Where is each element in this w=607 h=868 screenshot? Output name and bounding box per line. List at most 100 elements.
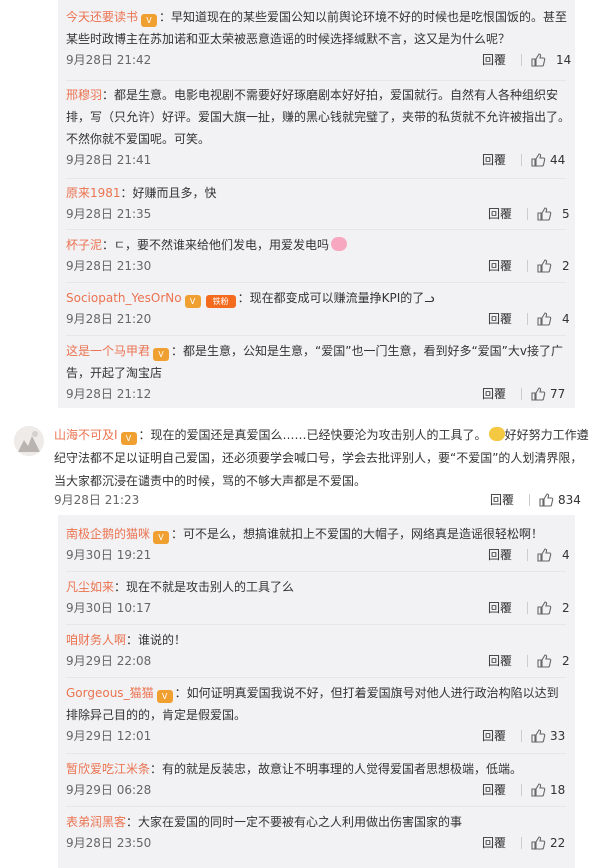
thumbs-up-icon[interactable] — [536, 206, 552, 222]
reply-item: Sociopath_YesOrNo V 铁粉 ：现在都变成可以赚流量挣KPI的了ᓗ 9… — [66, 287, 574, 329]
reply-button[interactable]: 回覆 — [482, 780, 506, 800]
reply-username[interactable]: 今天还要读书 — [66, 10, 138, 24]
reply-button[interactable]: 回覆 — [488, 309, 512, 329]
thumbs-up-icon[interactable] — [536, 653, 552, 669]
reply-username[interactable]: 南极企鹅的猫咪 — [66, 527, 150, 541]
thumbs-up-icon[interactable] — [536, 600, 552, 616]
reply-item: 凡尘如来：现在不就是攻击别人的工具了么 9月30日 10:17 回覆 2 — [66, 576, 574, 618]
reply-item: 今天还要读书 V ：早知道现在的某些爱国公知以前舆论环境不好的时候也是吃恨国饭的。甚… — [66, 6, 574, 70]
like-count: 33 — [550, 729, 566, 743]
thumbs-up-icon[interactable] — [536, 547, 552, 563]
divider — [66, 335, 566, 336]
like-count: 44 — [550, 153, 566, 167]
pig-emoji-icon — [331, 237, 348, 251]
vip-badge-icon: V — [153, 348, 170, 361]
reply-item: 南极企鹅的猫咪 V ：可不是么，想搞谁就扣上不爱国的大帽子，网络真是造谣很轻松啊！ … — [66, 523, 574, 565]
reply-meta: 9月30日 19:21 回覆 4 — [66, 545, 574, 565]
divider — [527, 260, 528, 272]
reply-button[interactable]: 回覆 — [482, 150, 506, 170]
reply-button[interactable]: 回覆 — [488, 204, 512, 224]
divider — [527, 549, 528, 561]
divider — [66, 571, 566, 572]
reply-button[interactable]: 回覆 — [482, 726, 506, 746]
reply-button[interactable]: 回覆 — [488, 651, 512, 671]
reply-time: 9月28日 21:12 — [66, 387, 152, 401]
thumbs-up-icon[interactable] — [530, 52, 546, 68]
reply-item: 邢穆羽：都是生意。电影电视剧不需要好好琢磨剧本好好拍，爱国就行。自然有人各种组织… — [66, 84, 574, 170]
reply-time: 9月30日 10:17 — [66, 601, 152, 615]
reply-meta: 9月29日 22:08 回覆 2 — [66, 651, 574, 671]
reply-username[interactable]: 凡尘如来 — [66, 580, 114, 594]
reply-time: 9月29日 06:28 — [66, 783, 152, 797]
vip-badge-icon: V — [120, 432, 137, 445]
reply-button[interactable]: 回覆 — [482, 833, 506, 853]
reply-button[interactable]: 回覆 — [488, 598, 512, 618]
reply-item: Gorgeous_猫猫 V ：如何证明真爱国我说不好，但打着爱国旗号对他人进行政治构… — [66, 682, 574, 746]
reply-meta: 9月30日 10:17 回覆 2 — [66, 598, 574, 618]
divider — [66, 80, 566, 81]
reply-username[interactable]: Sociopath_YesOrNo — [66, 291, 182, 305]
reply-meta: 9月28日 23:50 回覆 22 — [66, 833, 574, 853]
reply-username[interactable]: 原来1981 — [66, 186, 121, 200]
reply-username[interactable]: 咱财务人啊 — [66, 633, 126, 647]
thumbs-up-icon[interactable] — [530, 386, 546, 402]
reply-time: 9月29日 22:08 — [66, 654, 152, 668]
divider — [66, 178, 566, 179]
reply-button[interactable]: 回覆 — [482, 50, 506, 70]
reply-username[interactable]: Gorgeous_猫猫 — [66, 686, 154, 700]
divider — [66, 753, 566, 754]
like-count: 5 — [562, 207, 570, 221]
reply-button[interactable]: 回覆 — [490, 490, 514, 510]
thumbs-up-icon[interactable] — [536, 311, 552, 327]
reply-time: 9月28日 21:41 — [66, 153, 152, 167]
divider — [66, 806, 566, 807]
thumbs-up-icon[interactable] — [530, 835, 546, 851]
reply-meta: 9月28日 21:42 回覆 14 — [66, 50, 574, 70]
divider — [521, 730, 522, 742]
reply-username[interactable]: 这是一个马甲君 — [66, 344, 150, 358]
divider — [529, 494, 530, 506]
reply-username[interactable]: 表弟润黑客 — [66, 815, 126, 829]
reply-button[interactable]: 回覆 — [488, 256, 512, 276]
thumbs-up-icon[interactable] — [530, 152, 546, 168]
divider — [527, 602, 528, 614]
reply-button[interactable]: 回覆 — [482, 384, 506, 404]
reply-time: 9月28日 21:30 — [66, 259, 152, 273]
thumbs-up-icon[interactable] — [536, 258, 552, 274]
reply-username[interactable]: 杯子泥 — [66, 238, 102, 252]
like-count: 77 — [550, 387, 566, 401]
thumbs-up-icon[interactable] — [530, 728, 546, 744]
thumbs-up-icon[interactable] — [538, 492, 554, 508]
reply-item: 这是一个马甲君 V ：都是生意，公知是生意，“爱国”也一门生意，看到好多“爱国”大v… — [66, 340, 574, 404]
reply-time: 9月28日 21:35 — [66, 207, 152, 221]
reply-time: 9月30日 19:21 — [66, 548, 152, 562]
reply-meta: 9月28日 21:12 回覆 77 — [66, 384, 574, 404]
reply-text: ：可不是么，想搞谁就扣上不爱国的大帽子，网络真是造谣很轻松啊！ — [171, 527, 544, 541]
reply-text: ：谁说的！ — [126, 633, 187, 647]
vip-badge-icon: V — [184, 295, 201, 308]
divider — [527, 313, 528, 325]
reply-list-top: 今天还要读书 V ：早知道现在的某些爱国公知以前舆论环境不好的时候也是吃恨国饭的。甚… — [58, 0, 575, 408]
thumbs-up-icon[interactable] — [530, 782, 546, 798]
reply-list-bottom: 南极企鹅的猫咪 V ：可不是么，想搞谁就扣上不爱国的大帽子，网络真是造谣很轻松啊！ … — [58, 515, 575, 868]
comment-text: ：现在的爱国还是真爱国么……已经快要沦为攻击别人的工具了。 — [138, 428, 487, 442]
comment-username[interactable]: 山海不可及I — [54, 428, 118, 442]
reply-time: 9月28日 21:20 — [66, 312, 152, 326]
reply-text: ：ㄷ，要不然谁来给他们发电，用爱发电吗 — [102, 238, 330, 252]
reply-username[interactable]: 暂欣爱吃江米条 — [66, 762, 150, 776]
like-count: 22 — [550, 836, 566, 850]
like-count: 2 — [562, 601, 570, 615]
reply-button[interactable]: 回覆 — [488, 545, 512, 565]
avatar[interactable] — [14, 426, 44, 456]
reply-item: 原来1981：好赚而且多，快 9月28日 21:35 回覆 5 — [66, 182, 574, 224]
reply-time: 9月29日 12:01 — [66, 729, 152, 743]
divider — [521, 388, 522, 400]
reply-meta: 9月28日 21:30 回覆 2 — [66, 256, 574, 276]
vip-badge-icon: V — [156, 690, 173, 703]
like-count: 2 — [562, 654, 570, 668]
cat-emoji-icon — [488, 427, 505, 441]
reply-text: ：现在不就是攻击别人的工具了么 — [114, 580, 295, 594]
reply-text: ：有的就是反装忠，故意让不明事理的人觉得爱国者思想极端，低端。 — [150, 762, 523, 776]
reply-username[interactable]: 邢穆羽 — [66, 88, 102, 102]
vip-badge-icon: V — [153, 531, 170, 544]
